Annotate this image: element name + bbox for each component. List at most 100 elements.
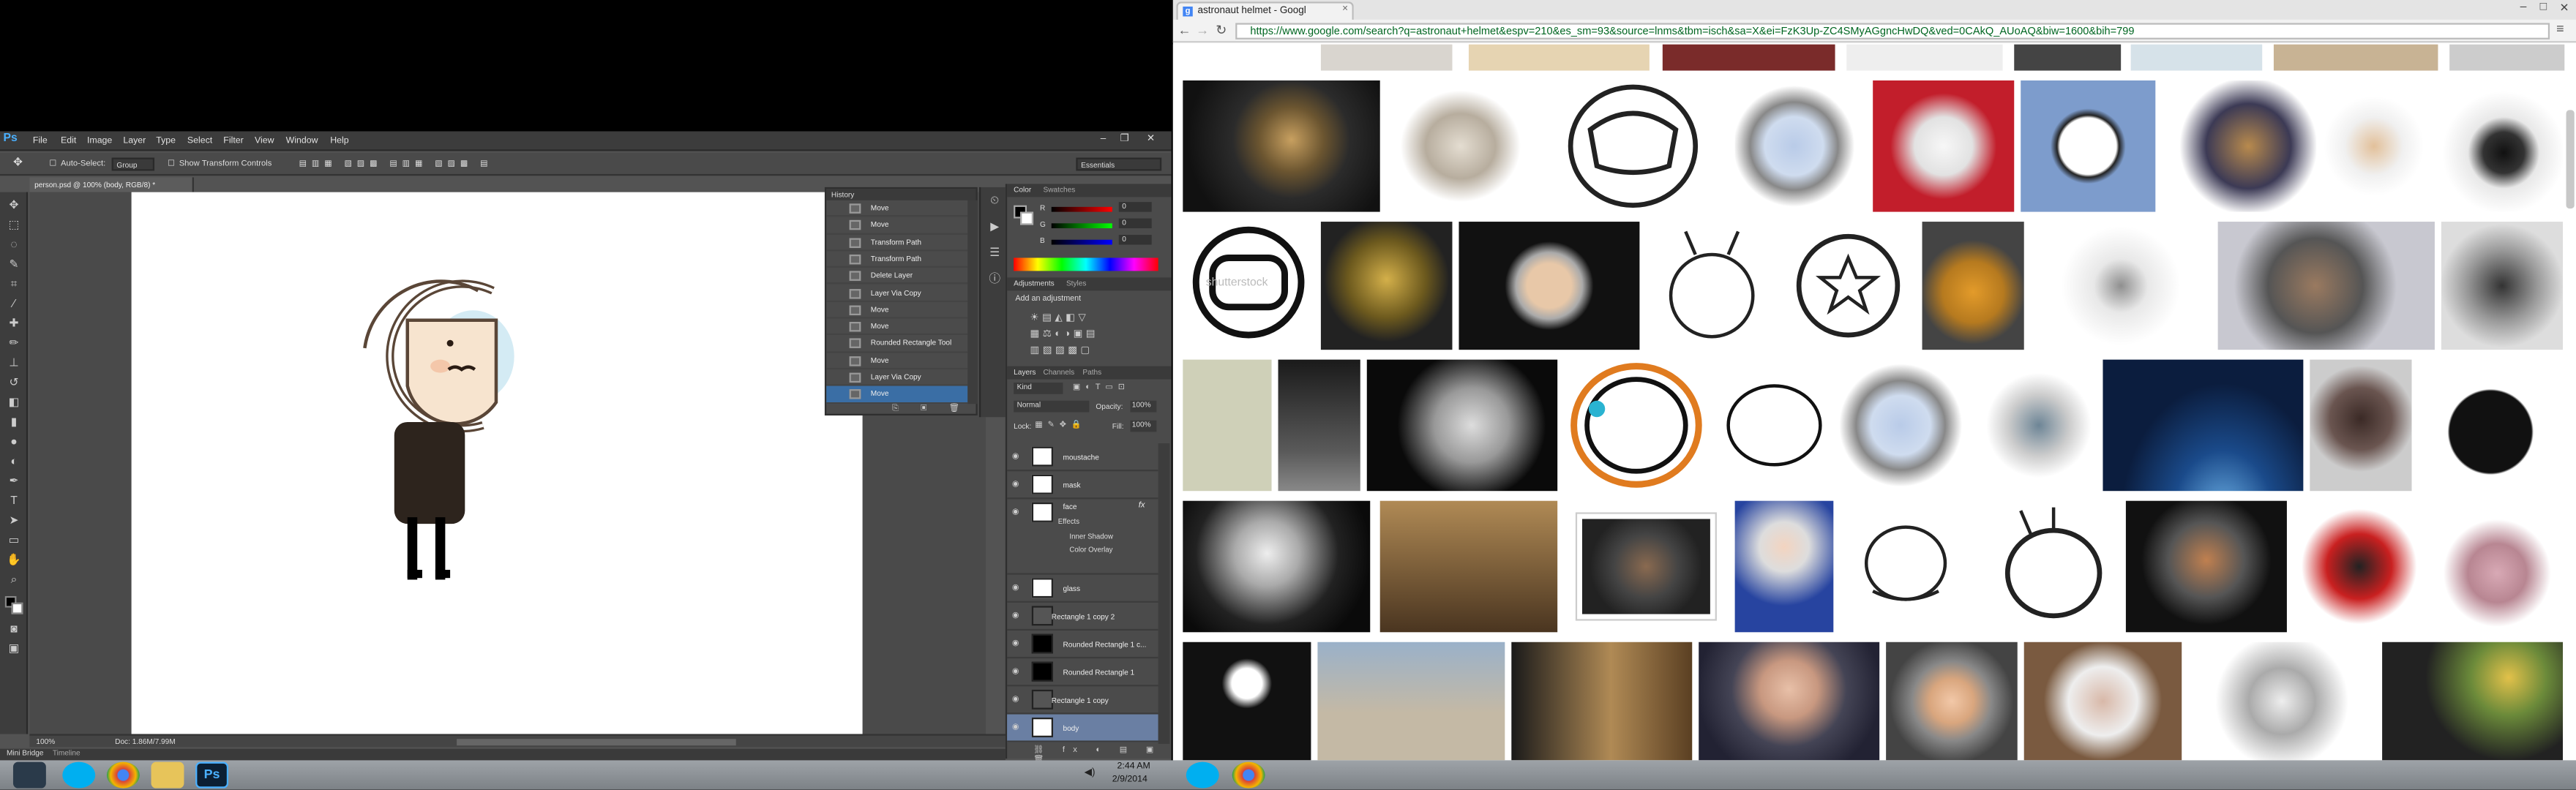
image-result[interactable]: [1379, 500, 1558, 633]
quick-mask-icon[interactable]: ◙: [5, 622, 23, 637]
image-result[interactable]: [2188, 642, 2376, 761]
menu-view[interactable]: View: [255, 136, 274, 146]
menu-layer[interactable]: Layer: [123, 136, 146, 146]
chrome-icon[interactable]: [106, 761, 140, 789]
clock-time[interactable]: 2:44 AM: [1117, 762, 1150, 772]
eye-icon[interactable]: ◉: [1012, 658, 1019, 686]
tab-adjustments[interactable]: Adjustments: [1014, 279, 1055, 287]
layers-scrollbar[interactable]: [1158, 443, 1170, 744]
photoshop-taskbar-icon[interactable]: Ps: [195, 761, 229, 789]
minimize-icon[interactable]: –: [1096, 133, 1110, 146]
color-spectrum[interactable]: [1014, 257, 1158, 271]
image-result[interactable]: [2130, 44, 2263, 71]
dodge-tool-icon[interactable]: ◐: [5, 455, 23, 470]
close-icon[interactable]: ✕: [1143, 133, 1158, 146]
g-slider[interactable]: [1051, 223, 1112, 229]
image-result[interactable]: [1734, 80, 1867, 212]
file-explorer-icon[interactable]: [151, 761, 184, 789]
eye-icon[interactable]: ◉: [1012, 575, 1019, 603]
image-result[interactable]: [2273, 44, 2438, 71]
eye-icon[interactable]: ◉: [1012, 631, 1019, 658]
history-item[interactable]: Rounded Rectangle Tool: [826, 336, 968, 353]
menu-window[interactable]: Window: [286, 136, 318, 146]
move-tool-icon[interactable]: ✥: [13, 156, 23, 170]
image-result[interactable]: [1783, 222, 1913, 350]
clock-date[interactable]: 2/9/2014: [1112, 775, 1147, 785]
image-result[interactable]: [1390, 80, 1532, 212]
layer-row-rectangle-copy-2[interactable]: ◉ Rectangle 1 copy 2: [1007, 603, 1158, 631]
close-icon[interactable]: ✕: [2560, 1, 2569, 15]
image-result[interactable]: [1567, 500, 1726, 633]
layer-filter-icons[interactable]: ▣◐T▭⊡: [1073, 383, 1130, 392]
image-result[interactable]: [1511, 642, 1693, 761]
healing-tool-icon[interactable]: ✚: [5, 317, 23, 331]
image-result[interactable]: [1459, 222, 1640, 350]
chrome-icon[interactable]: [1232, 761, 1265, 789]
eraser-tool-icon[interactable]: ◧: [5, 396, 23, 410]
image-result[interactable]: [1468, 44, 1650, 71]
reload-icon[interactable]: ↻: [1216, 23, 1227, 37]
g-value[interactable]: 0: [1118, 218, 1152, 229]
image-result[interactable]: [2125, 500, 2287, 633]
skype-icon[interactable]: [1186, 761, 1219, 789]
b-slider[interactable]: [1051, 239, 1112, 245]
history-footer-icons[interactable]: ⎘ ▣ 🗑: [892, 404, 969, 413]
b-value[interactable]: 0: [1118, 235, 1152, 245]
history-item[interactable]: Layer Via Copy: [826, 369, 968, 387]
history-item-selected[interactable]: Move: [826, 386, 968, 404]
history-item[interactable]: Transform Path: [826, 251, 968, 268]
layer-row-rounded-rectangle[interactable]: ◉ Rounded Rectangle 1: [1007, 658, 1158, 687]
image-result[interactable]: [2014, 44, 2122, 71]
quick-select-tool-icon[interactable]: ✎: [5, 257, 23, 272]
image-result[interactable]: [1699, 642, 1880, 761]
layer-row-glass[interactable]: ◉ glass: [1007, 575, 1158, 603]
align-icons[interactable]: ▤▥▦ ▧▨▩ ▤▥▦ ▧▨▩ ▤: [299, 159, 493, 169]
maximize-icon[interactable]: ❐: [1117, 133, 1132, 146]
image-result[interactable]: [2217, 222, 2435, 350]
menu-type[interactable]: Type: [156, 136, 176, 146]
lasso-tool-icon[interactable]: ◌: [5, 238, 23, 253]
page-scrollbar[interactable]: [2566, 110, 2575, 209]
tab-layers[interactable]: Layers: [1014, 368, 1036, 376]
image-result[interactable]: [1981, 500, 2116, 633]
image-result[interactable]: [2034, 222, 2209, 350]
opacity-input[interactable]: 100%: [1130, 400, 1157, 413]
eye-icon[interactable]: ◉: [1012, 499, 1019, 527]
history-item[interactable]: Move: [826, 302, 968, 319]
show-transform-checkbox[interactable]: ☐: [168, 159, 175, 169]
menu-edit[interactable]: Edit: [61, 136, 76, 146]
menu-select[interactable]: Select: [187, 136, 212, 146]
brush-tool-icon[interactable]: ✏: [5, 336, 23, 351]
adjustment-icons[interactable]: ☀▤◭◧▽ ▦⚖◐◑▣▤ ▥▧▨▩▢: [1030, 310, 1162, 359]
image-result[interactable]: [2103, 359, 2304, 492]
history-scrollbar[interactable]: [967, 200, 978, 405]
hand-tool-icon[interactable]: ✋: [5, 554, 23, 568]
crop-tool-icon[interactable]: ⌗: [5, 277, 23, 292]
blur-tool-icon[interactable]: ●: [5, 435, 23, 450]
tab-styles[interactable]: Styles: [1066, 279, 1087, 287]
background-color-swatch[interactable]: [11, 602, 23, 614]
image-result[interactable]: [1320, 222, 1453, 350]
type-tool-icon[interactable]: T: [5, 494, 23, 509]
start-button-icon[interactable]: [12, 761, 46, 789]
path-select-tool-icon[interactable]: ➤: [5, 514, 23, 529]
speaker-icon[interactable]: ◀): [1085, 767, 1096, 778]
effect-inner-shadow[interactable]: Inner Shadow: [1069, 532, 1113, 541]
blend-mode-dropdown[interactable]: Normal: [1014, 400, 1090, 413]
layer-row-rectangle-copy[interactable]: ◉ Rectangle 1 copy: [1007, 686, 1158, 715]
image-result[interactable]: [1734, 500, 1834, 633]
history-dock-icon[interactable]: ⏲: [986, 194, 1004, 208]
auto-select-dropdown[interactable]: Group: [111, 157, 155, 171]
menu-image[interactable]: Image: [87, 136, 112, 146]
layer-row-mask[interactable]: ◉ mask: [1007, 471, 1158, 500]
forward-icon[interactable]: →: [1196, 23, 1209, 37]
image-result[interactable]: [2449, 44, 2565, 71]
image-result[interactable]: [1981, 359, 2097, 492]
eye-icon[interactable]: ◉: [1012, 471, 1019, 499]
layer-row-face[interactable]: ◉ face fx Effects Inner Shadow Color Ove…: [1007, 499, 1158, 575]
zoom-level[interactable]: 100%: [36, 737, 55, 745]
menu-help[interactable]: Help: [330, 136, 348, 146]
r-value[interactable]: 0: [1118, 202, 1152, 212]
address-bar[interactable]: https://www.google.com/search?q=astronau…: [1235, 23, 2550, 40]
image-result[interactable]: [2021, 80, 2156, 212]
